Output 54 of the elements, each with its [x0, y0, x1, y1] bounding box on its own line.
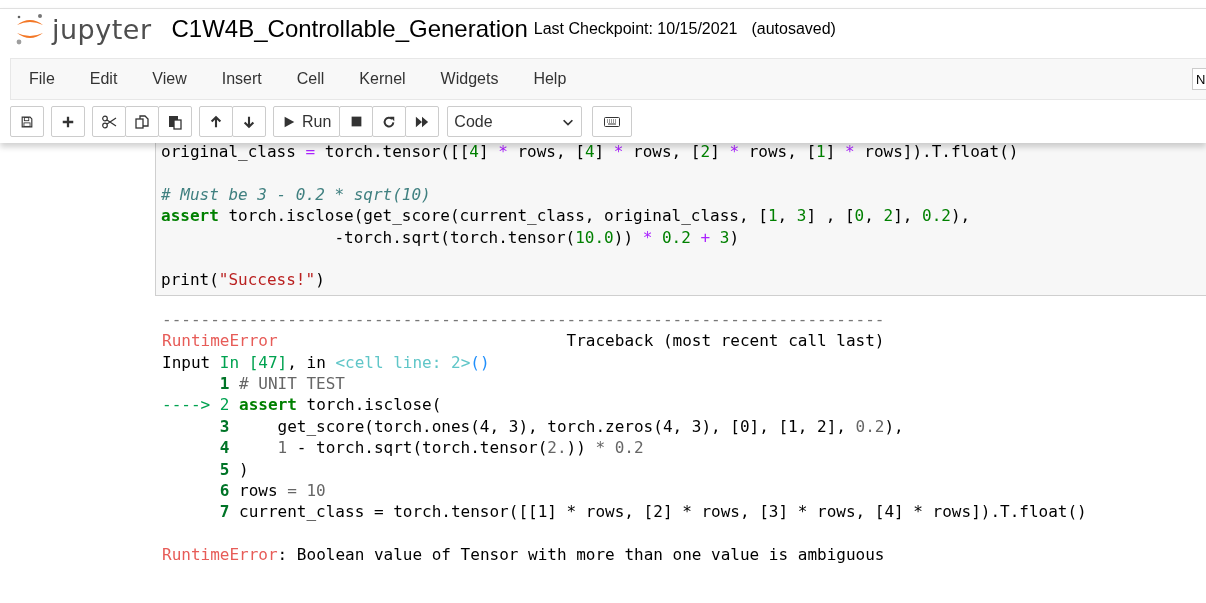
traceback-line: 7 current_class = torch.tensor([[1] * rows, [2] * rows, [3] * rows, [4] * rows]).T.float()	[218, 501, 1087, 523]
traceback-separator: ---------------------------------------------------------------------------	[162, 308, 885, 331]
arrow-down-icon	[242, 114, 256, 129]
run-button[interactable]: Run	[273, 106, 341, 137]
code-line: -torch.sqrt(torch.tensor(10.0)) * 0.2 + 3)	[333, 226, 739, 248]
keyboard-shortcuts-button[interactable]	[592, 106, 633, 137]
restart-icon	[382, 114, 397, 129]
menu-item[interactable]: Edit	[74, 59, 133, 99]
notebook-title[interactable]: C1W4B_Controllable_Generation	[171, 15, 528, 43]
code-line: original_class = torch.tensor([[4] * rows, [4] * rows, [2] * rows, [1] * rows]).T.float()	[161, 141, 1019, 163]
move-up-button[interactable]	[199, 106, 233, 137]
traceback-line: 4 1 - torch.sqrt(torch.tensor(2.)) * 0.2	[218, 437, 644, 459]
run-all-button[interactable]	[405, 106, 440, 137]
autosave-status: (autosaved)	[751, 20, 836, 38]
kernel-indicator[interactable]: N	[1192, 68, 1206, 90]
traceback-line: ----> 2 assert torch.isclose(	[162, 394, 442, 416]
fast-forward-icon	[415, 114, 430, 129]
paste-icon	[167, 113, 183, 130]
code-line: # Must be 3 - 0.2 * sqrt(10)	[161, 183, 431, 206]
move-down-button[interactable]	[232, 106, 266, 137]
cut-button[interactable]	[92, 106, 126, 137]
code-line: print("Success!")	[161, 269, 325, 291]
stop-icon	[349, 115, 363, 128]
insert-cell-button[interactable]	[51, 106, 85, 137]
play-icon	[282, 114, 296, 129]
menu-item[interactable]: View	[137, 59, 202, 99]
cell-type-select[interactable]: Code	[447, 106, 583, 137]
error-message: RuntimeError: Boolean value of Tensor with more than one value is ambiguous	[162, 544, 885, 566]
save-icon	[20, 114, 34, 129]
arrow-up-icon	[209, 114, 223, 129]
copy-button[interactable]	[125, 106, 159, 137]
menu-item[interactable]: Widgets	[425, 59, 514, 99]
checkpoint-text: Last Checkpoint: 10/15/2021	[533, 20, 738, 38]
menu-item[interactable]: Help	[518, 59, 582, 99]
traceback-line: 3 get_score(torch.ones(4, 3), torch.zeros(4, 3), [0], [1, 2], 0.2),	[218, 415, 904, 438]
save-button[interactable]	[10, 106, 44, 137]
traceback-line: Input In [47], in <cell line: 2>()	[162, 351, 490, 374]
traceback-line: 1 # UNIT TEST	[218, 373, 345, 395]
scissors-icon	[101, 113, 117, 130]
stop-button[interactable]	[339, 106, 374, 137]
menu-item[interactable]: Cell	[281, 59, 340, 99]
paste-button[interactable]	[158, 106, 192, 137]
traceback-line: 5 )	[218, 458, 249, 481]
traceback-line: RuntimeError Traceback (most recent call last)	[162, 330, 885, 352]
code-cell[interactable]	[155, 141, 1206, 296]
restart-button[interactable]	[372, 106, 407, 137]
plus-icon	[61, 114, 75, 129]
menu-item[interactable]: File	[14, 59, 70, 99]
copy-icon	[134, 113, 150, 130]
menu-item[interactable]: Kernel	[344, 59, 421, 99]
logo-text: jupyter	[52, 13, 152, 45]
menu-item[interactable]: Insert	[206, 59, 277, 99]
traceback-line: 6 rows = 10	[218, 480, 326, 502]
code-line: assert torch.isclose(get_score(current_class, original_class, [1, 3] , [0, 2], 0.2),	[161, 205, 971, 227]
